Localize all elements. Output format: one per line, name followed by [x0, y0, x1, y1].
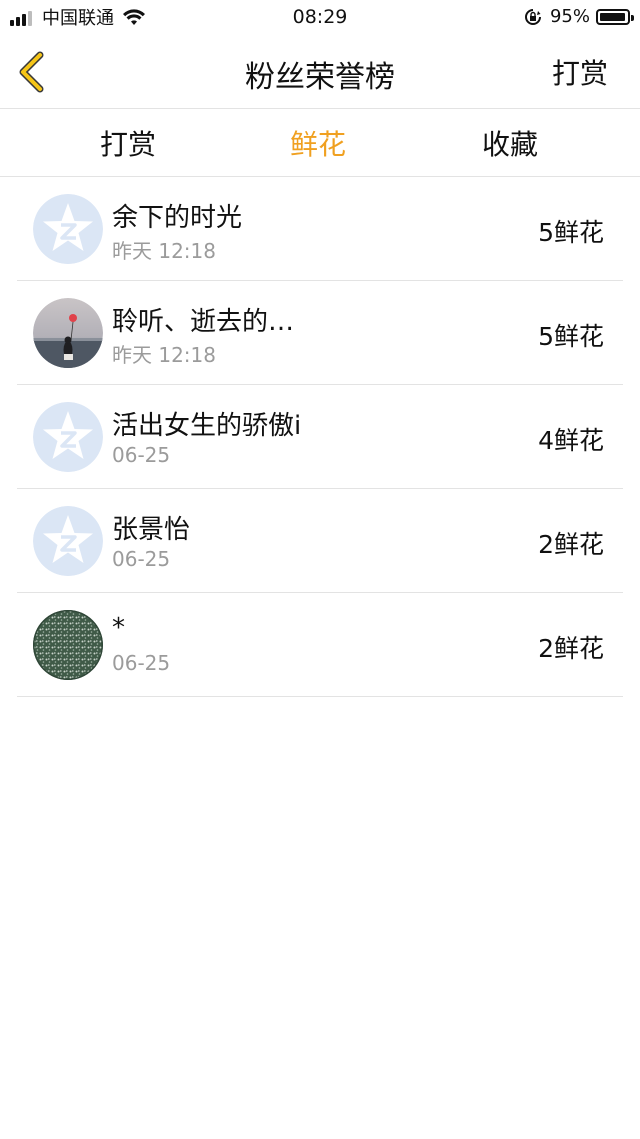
battery-icon — [596, 8, 634, 25]
fan-name: 活出女生的骄傲i — [112, 411, 302, 441]
nav-bar: 粉丝荣誉榜 打赏 — [0, 36, 640, 108]
list-item[interactable]: * 06-25 2鲜花 — [0, 593, 640, 697]
tab-flowers[interactable]: 鲜花 — [248, 123, 388, 163]
avatar — [33, 402, 103, 472]
qzone-default-avatar-icon — [33, 506, 103, 576]
gift-time: 昨天 12:18 — [112, 343, 216, 367]
qzone-default-avatar-icon — [33, 194, 103, 264]
fan-name: 余下的时光 — [112, 203, 243, 233]
page-title: 粉丝荣誉榜 — [245, 60, 395, 95]
fan-name: 张景怡 — [112, 515, 191, 545]
flower-count: 5鲜花 — [538, 322, 604, 351]
row-divider — [17, 696, 623, 697]
reward-button[interactable]: 打赏 — [552, 52, 608, 92]
avatar — [33, 194, 103, 264]
fan-name: * — [112, 613, 125, 643]
list-item[interactable]: 张景怡 06-25 2鲜花 — [0, 489, 640, 593]
photo-avatar-girl-balloon-icon — [33, 298, 103, 368]
gift-time: 昨天 12:18 — [112, 239, 216, 263]
flower-count: 2鲜花 — [538, 634, 604, 663]
gift-time: 06-25 — [112, 651, 171, 675]
list-item[interactable]: 聆听、逝去的… 昨天 12:18 5鲜花 — [0, 281, 640, 385]
list-item[interactable]: 活出女生的骄傲i 06-25 4鲜花 — [0, 385, 640, 489]
status-right: 95% — [524, 6, 634, 27]
flower-count: 5鲜花 — [538, 218, 604, 247]
flower-count: 4鲜花 — [538, 426, 604, 455]
list-item[interactable]: 余下的时光 昨天 12:18 5鲜花 — [0, 177, 640, 281]
fan-name: 聆听、逝去的… — [112, 307, 295, 337]
photo-avatar-green-pattern-icon — [33, 610, 103, 680]
rotation-lock-icon — [524, 8, 541, 25]
status-bar: 中国联通 08:29 95% — [0, 0, 640, 36]
gift-time: 06-25 — [112, 547, 171, 571]
tab-favorites[interactable]: 收藏 — [440, 123, 580, 163]
gift-time: 06-25 — [112, 443, 171, 467]
avatar — [33, 298, 103, 368]
avatar — [33, 610, 103, 680]
tab-reward[interactable]: 打赏 — [58, 123, 198, 163]
flower-count: 2鲜花 — [538, 530, 604, 559]
battery-level — [600, 12, 625, 21]
battery-percent: 95% — [549, 6, 590, 27]
avatar — [33, 506, 103, 576]
tab-bar: 打赏 鲜花 收藏 — [0, 109, 640, 176]
qzone-default-avatar-icon — [33, 402, 103, 472]
